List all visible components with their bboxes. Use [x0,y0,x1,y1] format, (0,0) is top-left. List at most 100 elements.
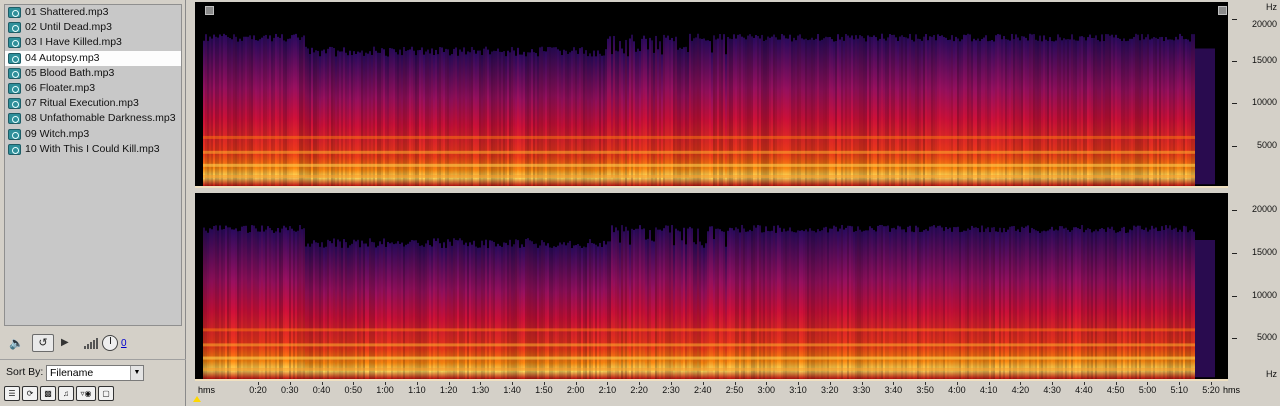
zoom-corner-left-icon[interactable] [205,6,214,15]
spectrogram-column [917,227,919,379]
spectrogram-column [893,34,895,187]
energy-band [203,163,1195,167]
volume-knob[interactable] [102,335,118,351]
spectrogram-column [923,36,925,186]
chevron-down-icon[interactable]: ▼ [130,366,143,380]
spectrogram-column [977,228,979,379]
spectrogram-column [1021,36,1023,186]
spectrogram-column [1109,35,1111,186]
file-list-item[interactable]: 03 I Have Killed.mp3 [5,35,181,50]
spectrogram-column [885,226,887,379]
file-list-item[interactable]: 09 Witch.mp3 [5,127,181,142]
file-list-item[interactable]: 05 Blood Bath.mp3 [5,66,181,81]
file-list-item[interactable]: 07 Ritual Execution.mp3 [5,96,181,111]
list-icon[interactable]: ☰ [4,386,20,401]
spectrogram-column [857,226,859,379]
spectrogram-column [985,228,987,379]
spectrogram-column [915,34,917,187]
spectrogram-column [799,34,801,186]
tag-icon[interactable]: ▢ [98,386,114,401]
spectrogram-column [643,228,645,379]
spectrogram-column [1063,228,1065,379]
speaker-icon[interactable]: 🔈 [9,334,27,352]
spectrogram-column [1017,37,1019,187]
spectrogram-column [1145,227,1147,379]
volume-value[interactable]: 0 [121,334,133,352]
hz-tick [1232,61,1237,63]
spectrogram-column [225,225,227,379]
hz-tick-label: 20000 [1251,18,1277,29]
spectrogram-column [663,228,665,379]
spectrogram-column [837,34,839,186]
spectrogram-column [1111,34,1113,187]
spectrogram-column [293,34,295,186]
spectrogram-column [847,225,849,379]
time-tick-label: 1:30 [471,385,490,395]
spectrogram-column [765,226,767,379]
spectrogram-column [299,225,301,379]
baseline [195,186,1228,188]
spectrogram-column [1093,37,1095,186]
spectrogram-column [825,226,827,379]
spectrogram-column [925,34,927,186]
spectrogram-column [899,226,901,379]
time-tick-label: 2:50 [725,385,744,395]
spectrogram-column [711,226,713,379]
spectrogram-column [1081,36,1083,186]
time-tick-label: 3:10 [789,385,807,395]
spectrogram-column [903,229,905,379]
file-list-item[interactable]: 08 Unfathomable Darkness.mp3 [5,111,181,126]
music-icon[interactable]: ♫ [58,386,74,401]
spectrogram-column [277,36,279,186]
play-icon[interactable]: ▶ [61,334,71,352]
file-list-item[interactable]: 06 Floater.mp3 [5,81,181,96]
spectrogram-column [253,35,255,186]
zoom-corner-right-icon[interactable] [1218,6,1227,15]
spectrogram-column [249,35,251,186]
spectrogram-column [757,36,759,187]
refresh-icon[interactable]: ⟳ [22,386,38,401]
loop-button[interactable]: ↺ [32,334,54,352]
time-tick-label: 2:20 [630,385,648,395]
sort-dropdown[interactable]: Filename ▼ [46,365,144,381]
energy-band [203,150,1195,154]
file-list-item[interactable]: 10 With This I Could Kill.mp3 [5,142,181,157]
spectrogram-column [929,226,931,379]
spectrogram-column [655,227,657,379]
spectrogram-column [741,36,743,186]
time-tick-label: 3:30 [852,385,871,395]
spectrogram-column [781,34,783,186]
file-list[interactable]: 01 Shattered.mp3 02 Until Dead.mp3 03 I Ha… [4,4,182,326]
audio-file-icon [8,98,21,110]
spectrogram-column [1013,225,1015,379]
file-list-item[interactable]: 02 Until Dead.mp3 [5,20,181,35]
spectrogram-column [301,37,303,187]
spectrogram-channel-right[interactable] [195,193,1228,381]
spectrogram-column [1135,33,1137,186]
spectrogram-column [869,36,871,186]
spectrogram-column [297,37,299,186]
spectrogram-column [1061,226,1063,379]
spectrogram-column [269,35,271,186]
film-icon[interactable]: ▩ [40,386,56,401]
hz-unit-label: Hz [1266,369,1277,379]
spectrogram-column [215,225,217,379]
spectrogram-column [889,34,891,187]
playhead-marker[interactable] [193,396,201,402]
spectrogram-channel-left[interactable] [195,2,1228,188]
spectrogram-column [1191,34,1193,186]
spectrogram-column [265,34,267,187]
spectrogram-column [775,37,777,186]
file-list-item[interactable]: 01 Shattered.mp3 [5,5,181,20]
file-name: 10 With This I Could Kill.mp3 [25,142,160,155]
spectrogram-column [641,229,643,379]
file-list-item[interactable]: 04 Autopsy.mp3 [5,50,181,66]
spectrogram-column [779,227,781,379]
spectrogram-column [1027,225,1029,379]
filter-icon[interactable]: ▿◉ [76,386,96,401]
spectrogram-column [671,225,673,379]
audio-file-icon [8,113,21,125]
spectrogram-column [849,225,851,379]
spectrogram-column [981,225,983,379]
spectrogram-column [999,227,1001,379]
